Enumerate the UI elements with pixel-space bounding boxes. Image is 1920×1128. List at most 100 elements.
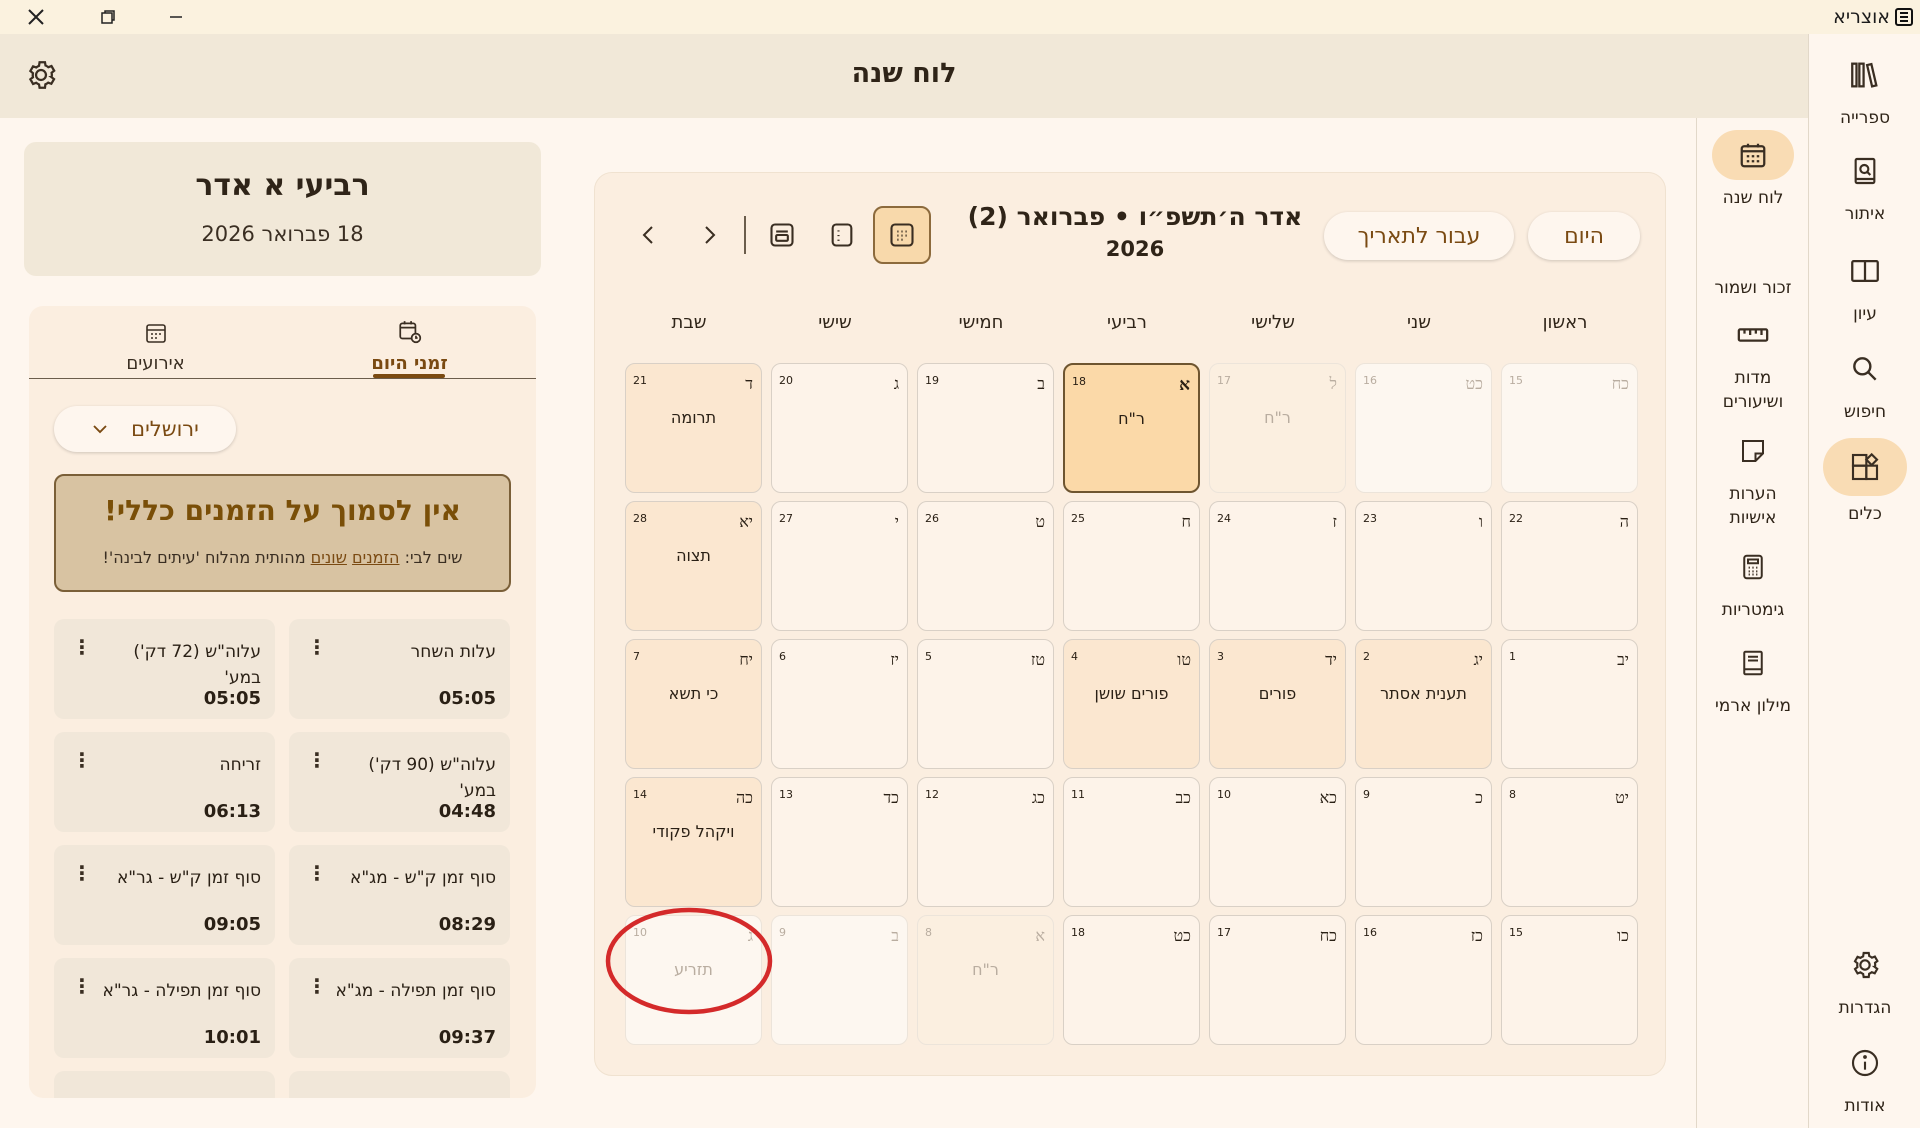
calendar-day[interactable]: כז 16 [1355,915,1492,1045]
minimize-window-button[interactable] [158,0,194,34]
calendar-day[interactable]: כ9 [1355,777,1492,907]
calendar-day[interactable]: יג 2 תענית אסתר [1355,639,1492,769]
zman-card: סוף זמן ק"ש - מג"א 08:29 ⋮ [289,845,510,945]
calendar-day[interactable]: כח 15 [1501,363,1638,493]
calendar-day[interactable]: יא 28 תצוה [625,501,762,631]
day-view-button[interactable] [753,206,811,264]
more-options-icon[interactable]: ⋮ [307,635,327,659]
nav-library[interactable]: ספרייה [1809,50,1920,130]
calendar-day[interactable]: יט 8 [1501,777,1638,907]
more-options-icon[interactable]: ⋮ [72,635,92,659]
nav-about[interactable]: אודות [1809,1038,1920,1118]
gregorian-date: 15 [1509,374,1523,387]
more-options-icon[interactable]: ⋮ [307,974,327,998]
sidebar-view-icon [831,223,853,247]
calendar-day[interactable]: כא 10 [1209,777,1346,907]
gear-icon [1853,951,1879,979]
hebrew-date: כט [1173,926,1191,945]
calendar-day[interactable]: ל 17 ר"ח [1209,363,1346,493]
hebrew-date: ה [1619,512,1629,531]
zman-time: 08:29 [438,914,496,935]
calendar-day[interactable]: כו 15 [1501,915,1638,1045]
hebrew-date: כג [1031,788,1045,807]
tool-aramaic-dictionary[interactable]: מילון ארמי [1697,638,1809,718]
more-options-icon[interactable]: ⋮ [72,861,92,885]
zman-card: עלוה"ש (90 דק') במע' 04:48 ⋮ [289,732,510,832]
zman-name: סוף זמן תפילה - גר"א [102,981,262,1001]
calendar-day[interactable]: ה 22 [1501,501,1638,631]
calendar-day[interactable]: כט 18 [1063,915,1200,1045]
calendar-day[interactable]: ז 24 [1209,501,1346,631]
warning-link-different[interactable]: שונים [311,548,347,567]
calendar-day[interactable]: ג 20 [771,363,908,493]
calendar-day[interactable]: ב 19 [917,363,1054,493]
calendar-day[interactable]: כה 14 ויקהל פקודי [625,777,762,907]
close-window-button[interactable] [18,0,54,34]
calendar-day[interactable]: א 8 ר"ח [917,915,1054,1045]
more-options-icon[interactable]: ⋮ [307,861,327,885]
warning-text-pre: שים לבי: [399,548,463,567]
restore-window-button[interactable] [90,0,126,34]
zman-name: עלוה"ש (72 דק') במע' [133,642,261,688]
tab-zmanim[interactable]: זמני היום [283,312,536,382]
settings-button[interactable] [24,58,58,92]
nav-study[interactable]: עיון [1809,246,1920,326]
tab-zmanim-label: זמני היום [371,353,448,374]
go-to-date-button[interactable]: עבור לתאריך [1324,212,1514,260]
city-select-value: ירושלים [131,417,199,441]
more-options-icon[interactable]: ⋮ [72,974,92,998]
hebrew-date: ל [1329,374,1337,393]
weekday-header: שני [1407,312,1431,333]
calendar-day[interactable]: יח 7 כי תשא [625,639,762,769]
zman-name: סוף זמן ק"ש - מג"א [349,868,496,888]
warning-link-zmanim[interactable]: הזמנים [352,548,399,567]
calendar-day[interactable]: ד 21 תרומה [625,363,762,493]
calendar-day[interactable]: טז 5 [917,639,1054,769]
calendar-clock-icon [398,321,421,344]
calendar-day[interactable]: כב 11 [1063,777,1200,907]
previous-month-button[interactable] [620,206,678,264]
calendar-day[interactable]: יד 3 פורים [1209,639,1346,769]
day-event: ויקהל פקודי [652,822,735,841]
city-select[interactable]: ירושלים [54,406,236,452]
calendar-day[interactable]: כח 17 [1209,915,1346,1045]
hebrew-date: ב [1037,374,1045,393]
tool-calendar[interactable]: לוח שנה [1697,130,1809,210]
week-view-button[interactable] [813,206,871,264]
tool-notes[interactable]: הערות אישיות [1697,426,1809,530]
calendar-day[interactable]: י 27 [771,501,908,631]
calendar-day[interactable]: ט 26 [917,501,1054,631]
selected-date-gregorian: 18 פברואר 2026 [201,222,364,246]
tool-zachor-shamor[interactable]: זכור ושמור [1697,270,1809,300]
day-view-icon [770,223,794,247]
calendar-day[interactable]: ח 25 [1063,501,1200,631]
nav-search[interactable]: חיפוש [1809,344,1920,424]
hebrew-date: יג [1473,650,1483,669]
tool-measures[interactable]: מדות ושיעורים [1697,310,1809,414]
today-button[interactable]: היום [1528,212,1640,260]
calendar-day[interactable]: יב 1 [1501,639,1638,769]
nav-settings[interactable]: הגדרות [1809,940,1920,1020]
calendar-day[interactable]: כג 12 [917,777,1054,907]
calendar-day[interactable]: ב9 [771,915,908,1045]
tab-events[interactable]: אירועים [29,312,282,382]
calendar-day[interactable]: כד 13 [771,777,908,907]
page-header: לוח שנה [0,34,1808,118]
zmanim-warning: אין לסמוך על הזמנים כללי! שים לבי: הזמני… [54,474,511,592]
calendar-day[interactable]: טו 4 פורים שושן [1063,639,1200,769]
tool-gematria[interactable]: גימטריות [1697,542,1809,622]
calendar-day[interactable]: יז 6 [771,639,908,769]
nav-find[interactable]: איתור [1809,146,1920,226]
selected-date-card [24,142,541,276]
more-options-icon[interactable]: ⋮ [307,748,327,772]
calendar-day[interactable]: ו 23 [1355,501,1492,631]
nav-tools[interactable]: כלים [1809,438,1920,526]
book-open-icon [1851,259,1879,283]
calendar-day[interactable]: כט 16 [1355,363,1492,493]
gregorian-date: 11 [1071,788,1085,801]
calendar-day-today[interactable]: א 18 ר"ח [1063,363,1200,493]
gregorian-date: 3 [1217,650,1224,663]
month-view-button[interactable] [873,206,931,264]
next-month-button[interactable] [680,206,738,264]
more-options-icon[interactable]: ⋮ [72,748,92,772]
